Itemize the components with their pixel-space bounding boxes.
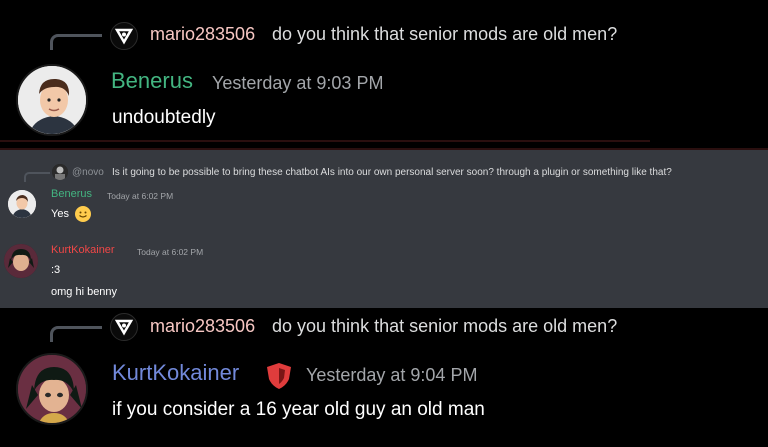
avatar[interactable]: [8, 190, 36, 218]
author-name[interactable]: Benerus: [111, 68, 193, 94]
message-content: if you consider a 16 year old guy an old…: [112, 399, 485, 420]
user-avatar-icon: [52, 164, 68, 180]
reply-avatar[interactable]: [110, 22, 138, 50]
reply-connector: [50, 34, 102, 50]
message-kurtkokainer: mario283506 do you think that senior mod…: [0, 308, 768, 447]
author-name[interactable]: Benerus: [51, 188, 92, 200]
message-content: :3: [51, 264, 61, 276]
smile-emoji-icon: [75, 206, 92, 222]
reply-avatar[interactable]: [52, 164, 68, 180]
reply-preview-text[interactable]: do you think that senior mods are old me…: [272, 24, 617, 45]
anime-avatar-icon: [4, 244, 38, 278]
reply-username[interactable]: mario283506: [150, 316, 255, 337]
reply-connector: [24, 172, 50, 182]
embedded-screenshot: @novo Is it going to be possible to brin…: [0, 148, 768, 308]
message-content: omg hi benny: [51, 286, 118, 298]
avatar[interactable]: [4, 244, 38, 278]
anime-avatar-icon: [18, 355, 86, 423]
timestamp: Yesterday at 9:03 PM: [212, 73, 384, 93]
divider: [0, 140, 650, 142]
timestamp: Today at 6:02 PM: [137, 247, 204, 257]
user-avatar-icon: [18, 66, 86, 134]
avatar[interactable]: [16, 64, 88, 136]
user-avatar-icon: [8, 190, 36, 218]
message-content: undoubtedly: [112, 107, 216, 128]
reply-preview-text[interactable]: Is it going to be possible to bring thes…: [112, 167, 672, 178]
message-content: Yes: [51, 206, 92, 222]
author-name[interactable]: KurtKokainer: [51, 244, 115, 256]
shield-badge-icon[interactable]: [264, 361, 294, 391]
reply-username[interactable]: @novo: [72, 167, 104, 178]
timestamp: Yesterday at 9:04 PM: [306, 365, 478, 385]
reply-connector: [50, 326, 102, 342]
message-text: Yes: [51, 207, 69, 220]
bot-logo-icon: [114, 319, 134, 336]
bot-logo-icon: [114, 28, 134, 45]
avatar[interactable]: [16, 353, 88, 425]
author-name[interactable]: KurtKokainer: [112, 360, 239, 386]
timestamp: Today at 6:02 PM: [107, 191, 174, 201]
reply-preview-text[interactable]: do you think that senior mods are old me…: [272, 316, 617, 337]
reply-username[interactable]: mario283506: [150, 24, 255, 45]
reply-avatar[interactable]: [110, 313, 138, 341]
message-benerus: mario283506 do you think that senior mod…: [0, 0, 768, 148]
